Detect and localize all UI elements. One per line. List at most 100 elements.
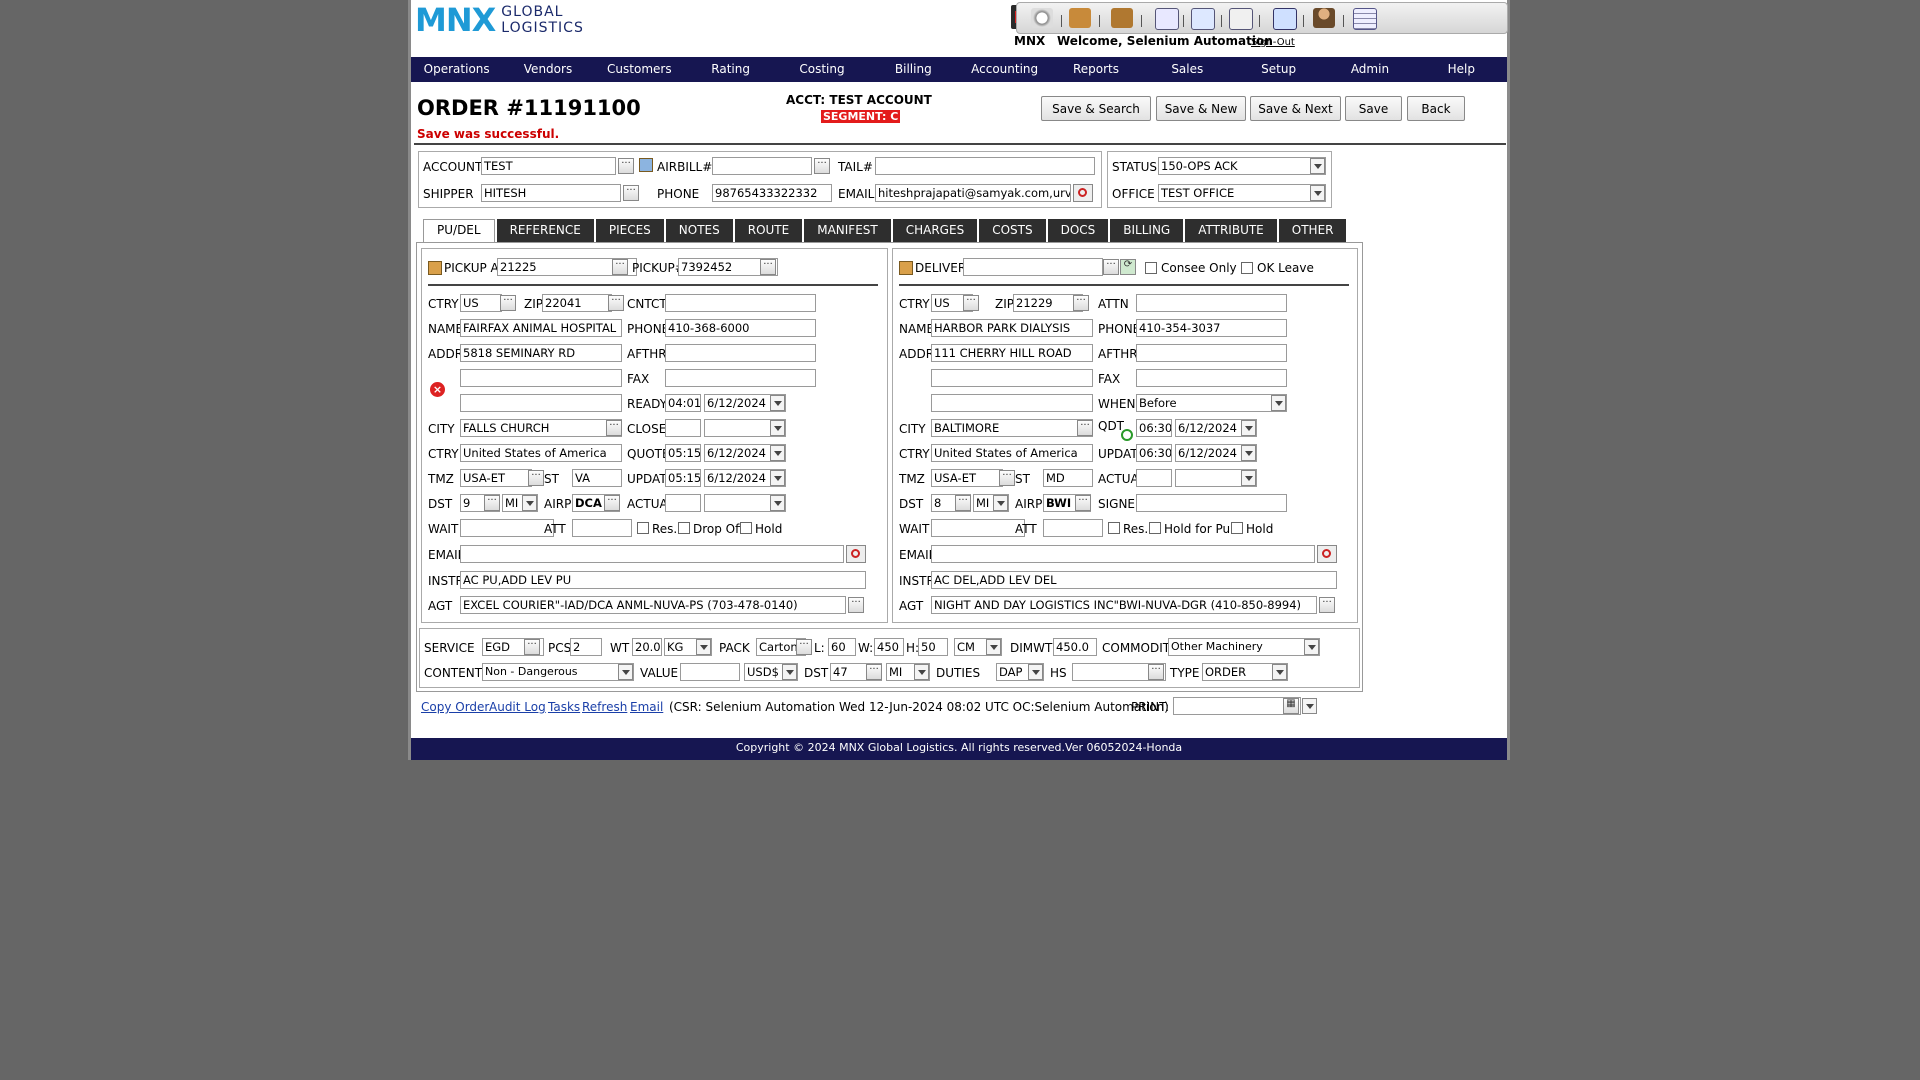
nav-admin[interactable]: Admin bbox=[1324, 57, 1415, 82]
pickup-close-time[interactable] bbox=[665, 419, 701, 437]
deliver-email-send-icon[interactable] bbox=[1317, 545, 1337, 563]
service-dst-lookup-button[interactable]: ··· bbox=[866, 664, 882, 680]
consee-only-checkbox[interactable] bbox=[1145, 262, 1157, 274]
deliver-name-field[interactable]: HARBOR PARK DIALYSIS bbox=[931, 319, 1093, 337]
deliver-dst-lookup-button[interactable]: ··· bbox=[955, 495, 971, 511]
account-edit-icon[interactable] bbox=[639, 158, 653, 172]
open-box-icon[interactable] bbox=[1111, 8, 1133, 28]
add-document-icon[interactable] bbox=[1155, 8, 1179, 30]
grid-icon[interactable] bbox=[1353, 8, 1377, 30]
pickup-zip-field[interactable]: 22041 bbox=[542, 294, 612, 312]
pickup-att-field[interactable] bbox=[572, 519, 632, 537]
wt-field[interactable]: 20.0 bbox=[632, 638, 662, 656]
deliver-wait-field[interactable] bbox=[931, 519, 1025, 537]
print-dropdown-icon[interactable] bbox=[1302, 698, 1317, 714]
pickup-dropoff-checkbox[interactable] bbox=[678, 522, 690, 534]
pickup-ctry-lookup-button[interactable]: ··· bbox=[500, 295, 516, 311]
airbill-field[interactable] bbox=[712, 157, 812, 175]
pickup-addr2-field[interactable] bbox=[460, 369, 622, 387]
commodity-dropdown-icon[interactable] bbox=[1304, 639, 1319, 655]
tab-attribute[interactable]: ATTRIBUTE bbox=[1185, 219, 1277, 242]
contents-dropdown-icon[interactable] bbox=[618, 664, 633, 680]
deliver-ctry-lookup-button[interactable]: ··· bbox=[963, 295, 979, 311]
pickup-ready-dropdown-icon[interactable] bbox=[770, 395, 785, 411]
new-shipment-icon[interactable] bbox=[1069, 8, 1091, 28]
email-link[interactable]: Email bbox=[630, 700, 663, 714]
deliver-tmz-field[interactable]: USA-ET bbox=[931, 469, 1003, 487]
account-field[interactable]: TEST bbox=[481, 157, 616, 175]
pickup-ready-time[interactable]: 04:01 bbox=[665, 394, 701, 412]
deliver-airp-lookup-button[interactable]: ··· bbox=[1075, 495, 1091, 511]
type-dropdown-icon[interactable] bbox=[1272, 664, 1287, 680]
report-icon[interactable] bbox=[1229, 8, 1253, 30]
deliver-email-field[interactable] bbox=[931, 545, 1315, 563]
deliver-afthrs-field[interactable] bbox=[1136, 344, 1287, 362]
length-field[interactable]: 60 bbox=[828, 638, 856, 656]
nav-setup[interactable]: Setup bbox=[1233, 57, 1324, 82]
tab-pieces[interactable]: PIECES bbox=[595, 219, 664, 242]
deliver-lookup-button[interactable]: ··· bbox=[1103, 259, 1119, 275]
tail-field[interactable] bbox=[875, 157, 1095, 175]
deliver-zip-lookup-button[interactable]: ··· bbox=[1073, 295, 1089, 311]
deliver-city-lookup-button[interactable]: ··· bbox=[1077, 420, 1093, 436]
pack-lookup-button[interactable]: ··· bbox=[796, 639, 812, 655]
tab-charges[interactable]: CHARGES bbox=[892, 219, 978, 242]
pickup-email-field[interactable] bbox=[460, 545, 844, 563]
deliver-addr2-field[interactable] bbox=[931, 369, 1093, 387]
deliver-field[interactable] bbox=[963, 258, 1103, 276]
tab-reference[interactable]: REFERENCE bbox=[496, 219, 594, 242]
deliver-actual-time[interactable] bbox=[1136, 469, 1172, 487]
deliver-addr-field[interactable]: 111 CHERRY HILL ROAD bbox=[931, 344, 1093, 362]
deliver-tmz-lookup-button[interactable]: ··· bbox=[999, 470, 1015, 486]
email-send-icon[interactable] bbox=[1073, 184, 1093, 202]
pickup-update-time[interactable]: 05:15 bbox=[665, 469, 701, 487]
office-dropdown-icon[interactable] bbox=[1310, 185, 1325, 201]
print-select[interactable] bbox=[1173, 697, 1301, 715]
tab-docs[interactable]: DOCS bbox=[1047, 219, 1109, 242]
pickup-close-dropdown-icon[interactable] bbox=[770, 420, 785, 436]
clock-icon[interactable] bbox=[1031, 8, 1053, 28]
back-button[interactable]: Back bbox=[1407, 96, 1465, 121]
office-select[interactable]: TEST OFFICE bbox=[1158, 184, 1326, 202]
pickup-addr-field[interactable]: 5818 SEMINARY RD bbox=[460, 344, 622, 362]
nav-costing[interactable]: Costing bbox=[776, 57, 867, 82]
tab-route[interactable]: ROUTE bbox=[734, 219, 803, 242]
pickup-email-send-icon[interactable] bbox=[846, 545, 866, 563]
deliver-addr3-field[interactable] bbox=[931, 394, 1093, 412]
deliver-when-dropdown-icon[interactable] bbox=[1271, 395, 1286, 411]
deliver-phone-field[interactable]: 410-354-3037 bbox=[1136, 319, 1287, 337]
track-search-icon[interactable] bbox=[1273, 8, 1297, 30]
deliver-address-icon[interactable] bbox=[899, 261, 913, 275]
pickup-instr-field[interactable]: AC PU,ADD LEV PU bbox=[460, 571, 866, 589]
pickup-name-field[interactable]: FAIRFAX ANIMAL HOSPITAL bbox=[460, 319, 622, 337]
pickup-actual-dropdown-icon[interactable] bbox=[770, 495, 785, 511]
height-field[interactable]: 50 bbox=[918, 638, 948, 656]
pickup-tmz-field[interactable]: USA-ET bbox=[460, 469, 532, 487]
nav-vendors[interactable]: Vendors bbox=[502, 57, 593, 82]
save-search-button[interactable]: Save & Search bbox=[1041, 96, 1151, 121]
pickup-res-checkbox[interactable] bbox=[637, 522, 649, 534]
pcs-field[interactable]: 2 bbox=[570, 638, 602, 656]
ok-leave-checkbox[interactable] bbox=[1241, 262, 1253, 274]
tab-billing[interactable]: BILLING bbox=[1110, 219, 1184, 242]
nav-operations[interactable]: Operations bbox=[411, 57, 502, 82]
email-field[interactable]: hiteshprajapati@samyak.com,urvas bbox=[875, 184, 1071, 202]
deliver-hold-checkbox[interactable] bbox=[1231, 522, 1243, 534]
deliver-res-checkbox[interactable] bbox=[1108, 522, 1120, 534]
deliver-signed-field[interactable] bbox=[1136, 494, 1287, 512]
phone-field[interactable]: 98765433322332 bbox=[712, 184, 832, 202]
deliver-city-field[interactable]: BALTIMORE bbox=[931, 419, 1093, 437]
account-lookup-button[interactable]: ··· bbox=[618, 158, 634, 174]
nav-help[interactable]: Help bbox=[1416, 57, 1507, 82]
deliver-update-time[interactable]: 06:30 bbox=[1136, 444, 1172, 462]
copy-order-link[interactable]: Copy Order bbox=[421, 700, 489, 714]
contents-select[interactable]: Non - Dangerous bbox=[482, 663, 634, 681]
tab-pu-del[interactable]: PU/DEL bbox=[423, 219, 495, 243]
pickup-no-lookup-button[interactable]: ··· bbox=[760, 259, 776, 275]
pickup-wait-field[interactable] bbox=[460, 519, 554, 537]
pickup-airp-lookup-button[interactable]: ··· bbox=[604, 495, 620, 511]
deliver-fax-field[interactable] bbox=[1136, 369, 1287, 387]
pickup-ctry-field[interactable]: US bbox=[460, 294, 502, 312]
pickup-city-field[interactable]: FALLS CHURCH bbox=[460, 419, 622, 437]
save-button[interactable]: Save bbox=[1345, 96, 1402, 121]
